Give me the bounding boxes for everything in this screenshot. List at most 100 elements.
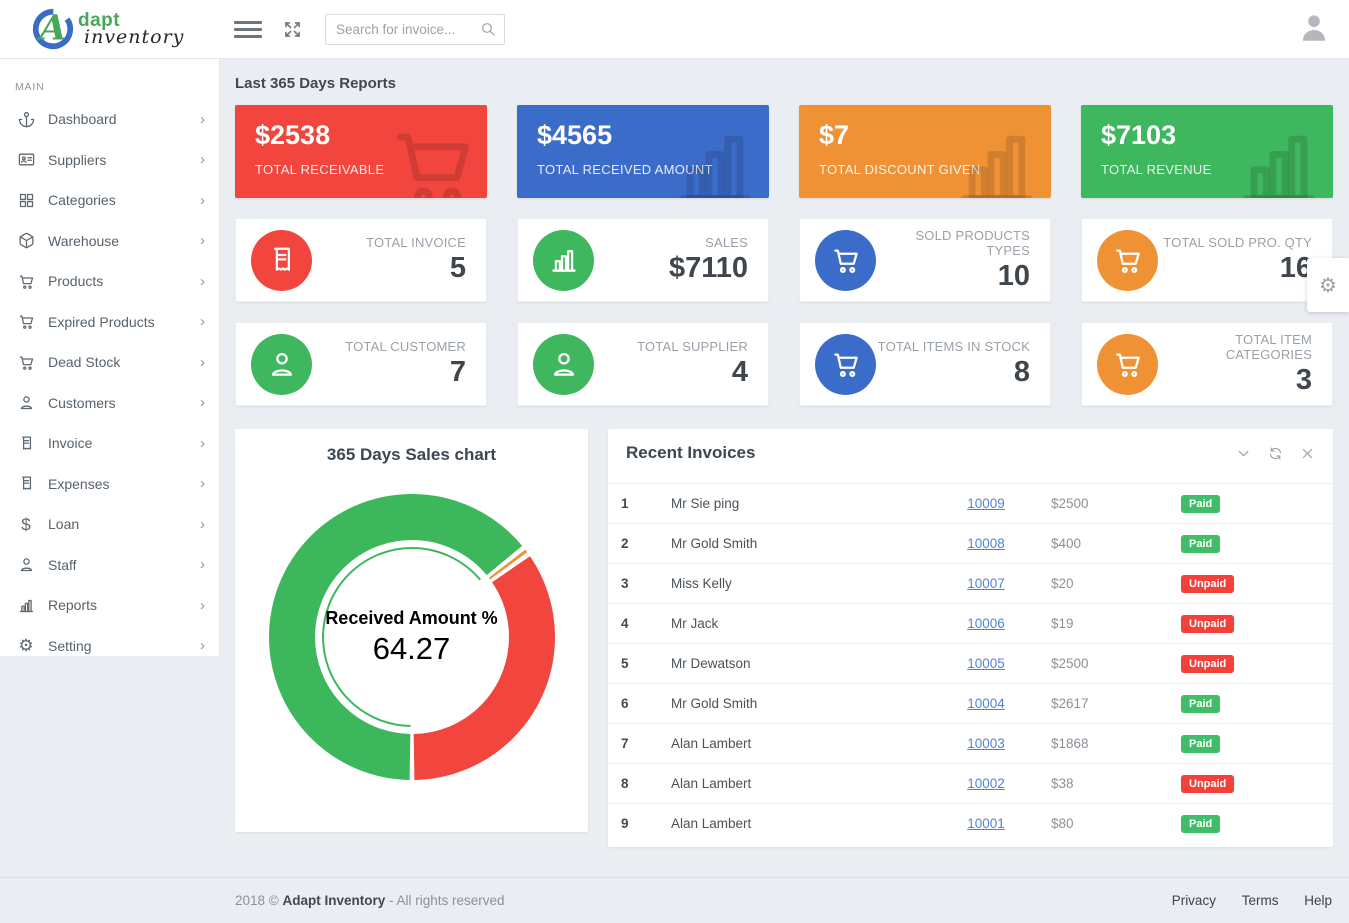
invoice-sl: 5 bbox=[621, 656, 671, 671]
invoice-table: 1 Mr Sie ping 10009 $2500 Paid 2 Mr Gold… bbox=[608, 483, 1333, 843]
footer-link-help[interactable]: Help bbox=[1304, 893, 1332, 908]
invoice-sl: 9 bbox=[621, 816, 671, 831]
invoice-number-link[interactable]: 10008 bbox=[967, 536, 1005, 551]
invoice-number-link[interactable]: 10004 bbox=[967, 696, 1005, 711]
report-card-total-discount-given[interactable]: $7 TOTAL DISCOUNT GIVEN bbox=[799, 105, 1051, 198]
sidebar-item-suppliers[interactable]: Suppliers › bbox=[0, 140, 219, 181]
stat-card-total-item-categories[interactable]: TOTAL ITEM CATEGORIES 3 bbox=[1081, 322, 1333, 406]
sidebar-item-expired-products[interactable]: Expired Products › bbox=[0, 302, 219, 343]
sidebar-item-label: Loan bbox=[48, 516, 200, 532]
refresh-icon[interactable] bbox=[1268, 446, 1283, 461]
report-card-total-receivable[interactable]: $2538 TOTAL RECEIVABLE bbox=[235, 105, 487, 198]
stat-card-label: SALES bbox=[594, 235, 748, 250]
settings-flap-button[interactable]: ⚙ bbox=[1307, 258, 1349, 312]
invoice-row: 5 Mr Dewatson 10005 $2500 Unpaid bbox=[608, 643, 1333, 683]
cart-watermark-icon bbox=[385, 120, 481, 198]
sidebar-item-categories[interactable]: Categories › bbox=[0, 180, 219, 221]
cart-icon bbox=[16, 273, 36, 290]
chevron-right-icon: › bbox=[200, 111, 205, 128]
sidebar-item-loan[interactable]: $ Loan › bbox=[0, 504, 219, 545]
stat-card-total-items-in-stock[interactable]: TOTAL ITEMS IN STOCK 8 bbox=[799, 322, 1051, 406]
receipt-icon bbox=[16, 475, 36, 492]
cart-icon bbox=[1097, 334, 1158, 395]
invoice-search bbox=[325, 14, 505, 45]
invoice-status-badge: Unpaid bbox=[1181, 775, 1234, 793]
stat-card-label: TOTAL SOLD PRO. QTY bbox=[1158, 235, 1312, 250]
menu-icon[interactable] bbox=[234, 17, 262, 42]
report-card-total-received-amount[interactable]: $4565 TOTAL RECEIVED AMOUNT bbox=[517, 105, 769, 198]
invoice-customer: Mr Jack bbox=[671, 616, 921, 631]
invoice-amount: $38 bbox=[1051, 776, 1181, 791]
stat-card-value: 8 bbox=[876, 356, 1030, 389]
stat-card-total-customer[interactable]: TOTAL CUSTOMER 7 bbox=[235, 322, 487, 406]
expand-icon[interactable] bbox=[282, 19, 303, 40]
search-input[interactable] bbox=[336, 22, 480, 37]
sidebar-item-label: Invoice bbox=[48, 435, 200, 451]
invoice-number-link[interactable]: 10006 bbox=[967, 616, 1005, 631]
chevron-down-icon[interactable] bbox=[1236, 446, 1251, 461]
bars-icon bbox=[16, 597, 36, 614]
sidebar-item-products[interactable]: Products › bbox=[0, 261, 219, 302]
invoice-number-link[interactable]: 10002 bbox=[967, 776, 1005, 791]
chevron-right-icon: › bbox=[200, 232, 205, 249]
sidebar-item-dead-stock[interactable]: Dead Stock › bbox=[0, 342, 219, 383]
invoice-sl: 6 bbox=[621, 696, 671, 711]
brand-text: dapt inventory bbox=[78, 11, 184, 47]
chevron-right-icon: › bbox=[200, 151, 205, 168]
stat-card-total-sold-pro-qty[interactable]: TOTAL SOLD PRO. QTY 16 bbox=[1081, 218, 1333, 302]
invoice-number-link[interactable]: 10001 bbox=[967, 816, 1005, 831]
invoice-sl: 4 bbox=[621, 616, 671, 631]
stat-card-value: 16 bbox=[1158, 252, 1312, 285]
stat-card-total-invoice[interactable]: TOTAL INVOICE 5 bbox=[235, 218, 487, 302]
invoice-row: 2 Mr Gold Smith 10008 $400 Paid bbox=[608, 523, 1333, 563]
invoice-status-badge: Paid bbox=[1181, 495, 1220, 513]
sidebar-item-warehouse[interactable]: Warehouse › bbox=[0, 221, 219, 262]
footer-link-privacy[interactable]: Privacy bbox=[1172, 893, 1216, 908]
invoice-status-badge: Paid bbox=[1181, 695, 1220, 713]
recent-invoices-title: Recent Invoices bbox=[626, 443, 1219, 463]
sidebar-item-expenses[interactable]: Expenses › bbox=[0, 464, 219, 505]
invoice-number-link[interactable]: 10005 bbox=[967, 656, 1005, 671]
invoice-number-link[interactable]: 10003 bbox=[967, 736, 1005, 751]
chevron-right-icon: › bbox=[200, 354, 205, 371]
sidebar-item-setting[interactable]: ⚙ Setting › bbox=[0, 626, 219, 667]
sidebar-item-label: Setting bbox=[48, 638, 200, 654]
invoice-row: 6 Mr Gold Smith 10004 $2617 Paid bbox=[608, 683, 1333, 723]
stat-card-label: TOTAL CUSTOMER bbox=[312, 339, 466, 354]
sidebar-item-label: Expenses bbox=[48, 476, 200, 492]
stat-card-sold-products-types[interactable]: SOLD PRODUCTS TYPES 10 bbox=[799, 218, 1051, 302]
sidebar-item-invoice[interactable]: Invoice › bbox=[0, 423, 219, 464]
idcard-icon bbox=[16, 151, 36, 168]
sidebar-item-staff[interactable]: Staff › bbox=[0, 545, 219, 586]
main-content: Last 365 Days Reports $2538 TOTAL RECEIV… bbox=[220, 59, 1349, 847]
chevron-right-icon: › bbox=[200, 273, 205, 290]
user-icon bbox=[251, 334, 312, 395]
invoice-number-link[interactable]: 10007 bbox=[967, 576, 1005, 591]
report-card-total-revenue[interactable]: $7103 TOTAL REVENUE bbox=[1081, 105, 1333, 198]
sidebar-item-label: Expired Products bbox=[48, 314, 200, 330]
invoice-number-link[interactable]: 10009 bbox=[967, 496, 1005, 511]
close-icon[interactable] bbox=[1300, 446, 1315, 461]
footer-link-terms[interactable]: Terms bbox=[1242, 893, 1279, 908]
stat-card-label: TOTAL SUPPLIER bbox=[594, 339, 748, 354]
invoice-amount: $1868 bbox=[1051, 736, 1181, 751]
search-icon[interactable] bbox=[480, 21, 496, 37]
page-title: Last 365 Days Reports bbox=[235, 75, 1333, 92]
gear-icon: ⚙ bbox=[16, 637, 36, 654]
stat-card-sales[interactable]: SALES $7110 bbox=[517, 218, 769, 302]
invoice-row: 4 Mr Jack 10006 $19 Unpaid bbox=[608, 603, 1333, 643]
user-icon bbox=[16, 556, 36, 573]
stat-card-total-supplier[interactable]: TOTAL SUPPLIER 4 bbox=[517, 322, 769, 406]
app-logo[interactable]: A dapt inventory bbox=[0, 6, 220, 52]
invoice-customer: Mr Gold Smith bbox=[671, 536, 921, 551]
sidebar-item-label: Reports bbox=[48, 597, 200, 613]
bars-watermark-icon bbox=[667, 120, 763, 198]
sidebar-item-dashboard[interactable]: Dashboard › bbox=[0, 99, 219, 140]
bars-icon bbox=[533, 230, 594, 291]
sidebar-item-customers[interactable]: Customers › bbox=[0, 383, 219, 424]
invoice-status-badge: Paid bbox=[1181, 535, 1220, 553]
user-avatar-icon[interactable] bbox=[1297, 9, 1331, 52]
sidebar-item-reports[interactable]: Reports › bbox=[0, 585, 219, 626]
cart-icon bbox=[815, 230, 876, 291]
cart-icon bbox=[16, 354, 36, 371]
